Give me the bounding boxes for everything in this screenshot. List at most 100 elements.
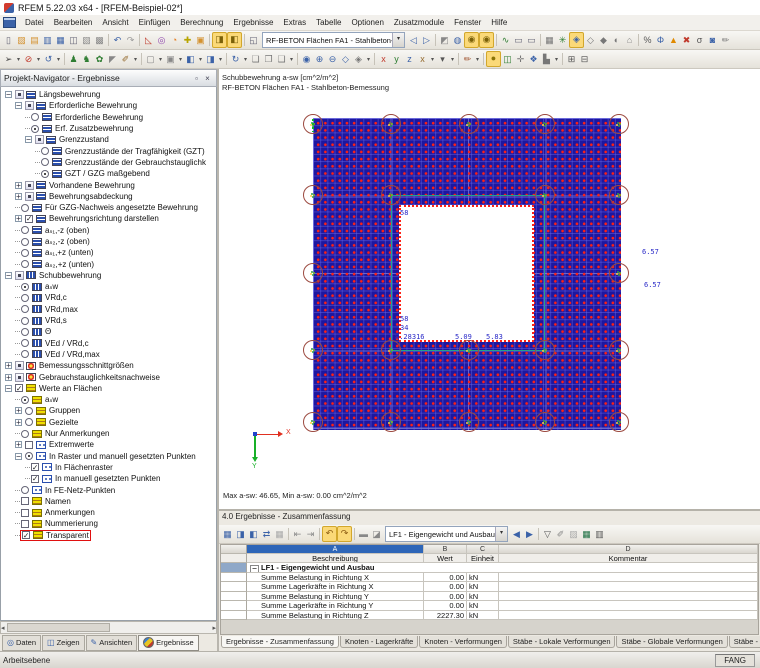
rotate-view-icon[interactable]: ↺	[42, 52, 55, 66]
zoom-icon[interactable]: ◎	[155, 33, 168, 47]
copy-icon[interactable]: ▩	[93, 33, 106, 47]
radio-gzt-gzg-ma-gebend[interactable]	[41, 170, 49, 178]
tree-item-erf-zusatzbewehrung[interactable]: Erf. Zusatzbewehrung	[1, 123, 216, 134]
snap-icon[interactable]: ▣	[164, 52, 177, 66]
tree-item-a-z-oben[interactable]: aₛ₂,-z (oben)	[1, 236, 216, 247]
table-group-row[interactable]: −LF1 - Eigengewicht und Ausbau	[221, 563, 758, 573]
loadcase-combo[interactable]: LF1 - Eigengewicht und Ausbau▾	[385, 526, 508, 542]
navigator-tab-zeigen[interactable]: ◫Zeigen	[42, 635, 85, 651]
chevron-down-icon[interactable]: ▾	[177, 56, 184, 63]
radio-grenzzust-nde-der-gebrauchstauglichk[interactable]	[41, 158, 49, 166]
sigma-icon[interactable]: σ	[693, 33, 706, 47]
category-button-icon[interactable]	[15, 361, 24, 370]
navigator-hscrollbar[interactable]: ◂ ▸	[0, 621, 217, 634]
print-icon[interactable]: ◫	[67, 33, 80, 47]
window-layout-1-icon[interactable]: ◨	[212, 32, 227, 48]
animation-icon[interactable]: ∿	[499, 33, 512, 47]
menu-ansicht[interactable]: Ansicht	[97, 17, 133, 28]
table-row[interactable]: Summe Belastung in Richtung X0.00kN	[221, 573, 758, 583]
tree-item-f-r-gzg-nachweis-angesetzte-bewehrung[interactable]: Für GZG-Nachweis angesetzte Bewehrung	[1, 202, 216, 213]
open-project-icon[interactable]: ▤	[28, 33, 41, 47]
view-y-icon[interactable]: y	[390, 52, 403, 66]
menu-fenster[interactable]: Fenster	[449, 17, 486, 28]
radio-gruppen[interactable]	[25, 407, 33, 415]
percent-icon[interactable]: %	[641, 33, 654, 47]
tree-item-erforderliche-bewehrung[interactable]: −Erforderliche Bewehrung	[1, 100, 216, 111]
category-button-icon[interactable]	[25, 192, 34, 201]
tree-item-vorhandene-bewehrung[interactable]: +Vorhandene Bewehrung	[1, 179, 216, 190]
radio-gezielte[interactable]	[25, 418, 33, 426]
tree-item-extremwerte[interactable]: +Extremwerte	[1, 439, 216, 450]
checkbox-werte-an-fl-chen[interactable]	[15, 384, 23, 392]
expand-minus-icon[interactable]: −	[5, 91, 12, 98]
radio-in-raster-und-manuell-gesetzten-punkten[interactable]	[25, 452, 33, 460]
checkbox-in-fl-chenraster[interactable]	[31, 463, 39, 471]
menu-ergebnisse[interactable]: Ergebnisse	[228, 17, 278, 28]
table-tab-st-be-globale-verformungen[interactable]: Stäbe - Globale Verformungen	[616, 636, 727, 648]
tree-item-a-z-oben[interactable]: aₛ₁,-z (oben)	[1, 225, 216, 236]
chevron-down-icon[interactable]: ▾	[288, 56, 295, 63]
support-icon[interactable]: ◤	[106, 52, 119, 66]
measure-icon[interactable]: ⊘	[22, 52, 35, 66]
solid-icon[interactable]: ◆	[597, 33, 610, 47]
folder-icon[interactable]: ▣	[194, 33, 207, 47]
expand-plus-icon[interactable]: +	[15, 182, 22, 189]
navigator-tab-ergebnisse[interactable]: Ergebnisse	[138, 635, 199, 651]
goto-first-icon[interactable]: ⇤	[291, 527, 304, 541]
panel-toggle-icon[interactable]: ⊟	[578, 52, 591, 66]
table-redo-icon[interactable]: ↷	[337, 526, 352, 542]
table-first-icon[interactable]: ▦	[221, 527, 234, 541]
colors-icon[interactable]: ▙	[540, 52, 553, 66]
column-letter-C[interactable]: C	[467, 545, 499, 554]
radio-grenzzust-nde-der-tragf-higkeit-gzt[interactable]	[41, 147, 49, 155]
expand-minus-icon[interactable]: −	[5, 385, 12, 392]
movie-icon[interactable]: ▭	[512, 33, 525, 47]
tree-item-grenzzust-nde-der-tragf-higkeit-gzt[interactable]: Grenzzustände der Tragfähigkeit (GZT)	[1, 145, 216, 156]
result-values-icon[interactable]: ◉	[479, 32, 494, 48]
table-tab-knoten-verformungen[interactable]: Knoten - Verformungen	[419, 636, 507, 648]
expand-minus-icon[interactable]: −	[15, 102, 22, 109]
chevron-down-icon[interactable]: ▾	[35, 56, 42, 63]
undo-icon[interactable]: ↶	[111, 33, 124, 47]
chevron-down-icon[interactable]: ▾	[132, 56, 139, 63]
expand-plus-icon[interactable]: +	[5, 362, 12, 369]
tree-item-in-manuell-gesetzten-punkten[interactable]: In manuell gesetzten Punkten	[1, 473, 216, 484]
node-icon[interactable]: ♟	[67, 52, 80, 66]
key-icon[interactable]: ◩	[438, 33, 451, 47]
table-lock-icon[interactable]: ▦	[273, 527, 286, 541]
pin-icon[interactable]: ◍	[451, 33, 464, 47]
menu-berechnung[interactable]: Berechnung	[175, 17, 228, 28]
surface-icon[interactable]: ✿	[93, 52, 106, 66]
perspective-icon[interactable]: ◈	[352, 52, 365, 66]
delete-icon[interactable]: ✖	[680, 33, 693, 47]
tree-item-in-fe-netz-punkten[interactable]: In FE-Netz-Punkten	[1, 484, 216, 495]
tree-item-vrd-c[interactable]: VRd,c	[1, 292, 216, 303]
radio-vrd-c[interactable]	[21, 294, 29, 302]
chevron-down-icon[interactable]: ▾	[157, 56, 164, 63]
tree-item-bewehrungsrichtung-darstellen[interactable]: +Bewehrungsrichtung darstellen	[1, 213, 216, 224]
scroll-left-icon[interactable]: ◂	[1, 624, 5, 632]
tree-item-werte-an-fl-chen[interactable]: −Werte an Flächen	[1, 383, 216, 394]
radio-vrd-max[interactable]	[21, 305, 29, 313]
close-icon[interactable]: ×	[202, 74, 213, 83]
plane-icon[interactable]: ◨	[204, 52, 217, 66]
tree-item-nur-anmerkungen[interactable]: Nur Anmerkungen	[1, 428, 216, 439]
chevron-down-icon[interactable]: ▾	[15, 56, 22, 63]
slab-surface[interactable]	[313, 118, 621, 430]
mdi-child-icon[interactable]	[3, 17, 16, 28]
radio-erforderliche-bewehrung[interactable]	[31, 113, 39, 121]
checkbox-bewehrungsrichtung-darstellen[interactable]	[25, 215, 33, 223]
table-columns-icon[interactable]: ◧	[247, 527, 260, 541]
radio-a-z-oben[interactable]	[21, 238, 29, 246]
expand-plus-icon[interactable]: +	[5, 374, 12, 381]
table-row[interactable]: Summe Belastung in Richtung Z2227.30kN	[221, 611, 758, 621]
view-saved-icon[interactable]: ▾	[436, 52, 449, 66]
radio-f-r-gzg-nachweis-angesetzte-bewehrung[interactable]	[21, 204, 29, 212]
save-icon[interactable]: ▥	[41, 33, 54, 47]
tree-item-gebrauchstauglichkeitsnachweise[interactable]: +Gebrauchstauglichkeitsnachweise	[1, 371, 216, 382]
menu-tabelle[interactable]: Tabelle	[311, 17, 346, 28]
table-tab-st-be-schnittgr-en[interactable]: Stäbe - Schnittgrößen	[729, 636, 760, 648]
open-file-icon[interactable]: ▨	[15, 33, 28, 47]
checkbox-namen[interactable]	[21, 497, 29, 505]
numbering-icon[interactable]: ◫	[501, 52, 514, 66]
